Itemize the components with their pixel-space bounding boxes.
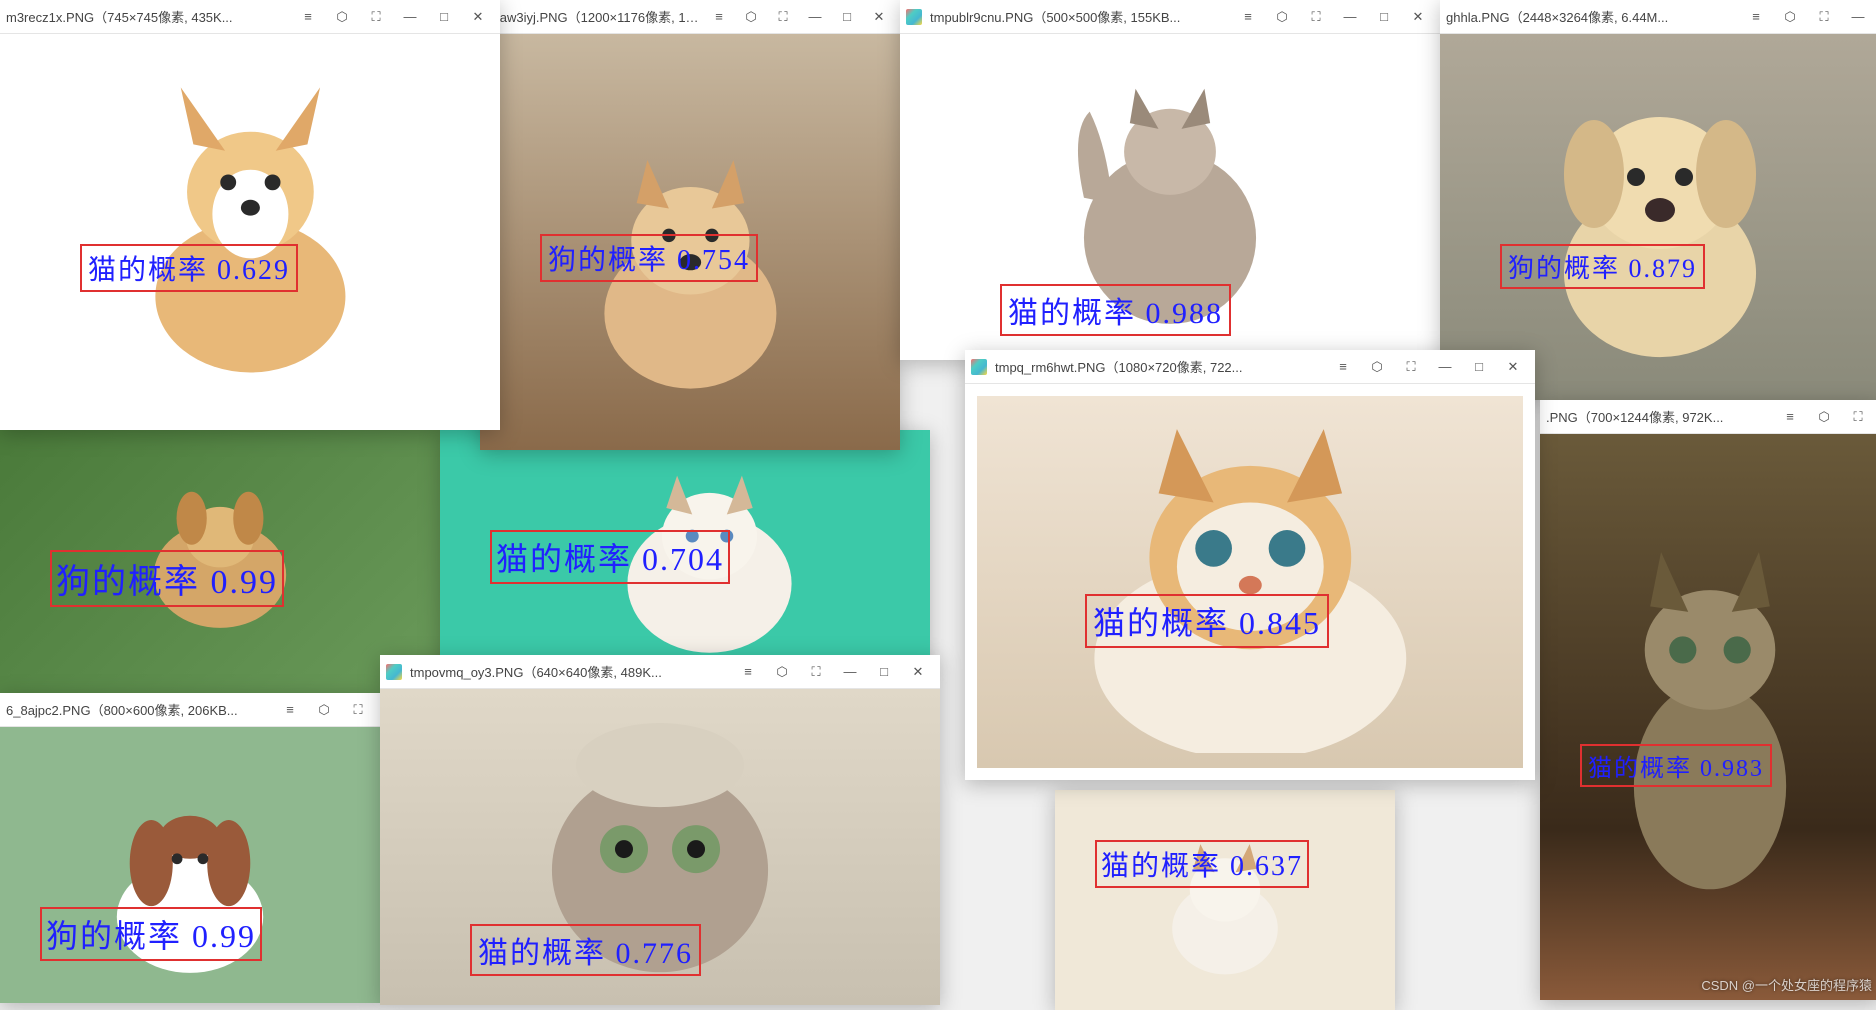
app-icon: [386, 664, 402, 680]
titlebar[interactable]: 6_8ajpc2.PNG（800×600像素, 206KB... ≡ ⬡ ⛶: [0, 693, 380, 727]
pin-icon[interactable]: ⬡: [1774, 3, 1806, 31]
filename: m3recz1x.PNG: [6, 10, 94, 25]
titlebar[interactable]: tmpovmq_oy3.PNG（640×640像素, 489K... ≡ ⬡ ⛶…: [380, 655, 940, 689]
prediction-label: 猫的概率 0.637: [1095, 840, 1309, 888]
dimensions: （1200×1176像素, 1.45...: [568, 10, 700, 25]
dimensions: （640×640像素, 489K...: [523, 665, 661, 680]
image-window-3: tmpublr9cnu.PNG（500×500像素, 155KB... ≡ ⬡ …: [900, 0, 1440, 360]
pin-icon[interactable]: ⬡: [308, 696, 340, 724]
menu-icon[interactable]: ≡: [274, 696, 306, 724]
app-icon: [971, 359, 987, 375]
filename: ghhla.PNG: [1446, 10, 1510, 25]
pin-icon[interactable]: ⬡: [1266, 3, 1298, 31]
image-window-4: ghhla.PNG（2448×3264像素, 6.44M... ≡ ⬡ ⛶ — …: [1440, 0, 1876, 400]
menu-icon[interactable]: ≡: [1740, 3, 1772, 31]
prediction-label: 狗的概率 0.99: [50, 550, 284, 607]
close-button[interactable]: ✕: [902, 658, 934, 686]
dog-image: [480, 34, 900, 450]
fullscreen-icon[interactable]: ⛶: [800, 658, 832, 686]
menu-icon[interactable]: ≡: [292, 3, 324, 31]
pin-icon[interactable]: ⬡: [1361, 353, 1393, 381]
maximize-button[interactable]: □: [868, 658, 900, 686]
dimensions: （800×600像素, 206KB...: [91, 703, 238, 718]
close-button[interactable]: ✕: [864, 3, 894, 31]
menu-icon[interactable]: ≡: [732, 658, 764, 686]
dimensions: （2448×3264像素, 6.44M...: [1510, 10, 1669, 25]
fullscreen-icon[interactable]: ⛶: [1808, 3, 1840, 31]
maximize-button[interactable]: □: [1368, 3, 1400, 31]
pin-icon[interactable]: ⬡: [766, 658, 798, 686]
titlebar[interactable]: m3recz1x.PNG（745×745像素, 435K... ≡ ⬡ ⛶ — …: [0, 0, 500, 34]
titlebar[interactable]: tmpq_rm6hwt.PNG（1080×720像素, 722... ≡ ⬡ ⛶…: [965, 350, 1535, 384]
fullscreen-icon[interactable]: ⛶: [1395, 353, 1427, 381]
dog-image: [1440, 34, 1876, 400]
dimensions: （500×500像素, 155KB...: [1033, 10, 1180, 25]
dog-image: [18, 52, 482, 412]
filename: 6_8ajpc2.PNG: [6, 703, 91, 718]
minimize-button[interactable]: —: [1334, 3, 1366, 31]
fullscreen-icon[interactable]: ⛶: [342, 696, 374, 724]
menu-icon[interactable]: ≡: [1232, 3, 1264, 31]
image-window-5: tmpq_rm6hwt.PNG（1080×720像素, 722... ≡ ⬡ ⛶…: [965, 350, 1535, 780]
image-window-8: .PNG（700×1244像素, 972K... ≡ ⬡ ⛶ 猫的概率 0.98…: [1540, 400, 1876, 1000]
pin-icon[interactable]: ⬡: [326, 3, 358, 31]
bg-image-golden: 狗的概率 0.99: [0, 430, 440, 700]
prediction-label: 猫的概率 0.704: [490, 530, 730, 584]
pin-icon[interactable]: ⬡: [1808, 403, 1840, 431]
cat-image: [977, 396, 1523, 768]
close-button[interactable]: ✕: [1497, 353, 1529, 381]
prediction-label: 狗的概率 0.99: [40, 907, 262, 961]
bg-image-kitten: 猫的概率 0.637: [1055, 790, 1395, 1010]
menu-icon[interactable]: ≡: [704, 3, 734, 31]
pin-icon[interactable]: ⬡: [736, 3, 766, 31]
dimensions: （1080×720像素, 722...: [1106, 360, 1243, 375]
image-window-2: wraw3iyj.PNG（1200×1176像素, 1.45... ≡ ⬡ ⛶ …: [480, 0, 900, 450]
cat-image: [1540, 434, 1876, 1000]
titlebar[interactable]: wraw3iyj.PNG（1200×1176像素, 1.45... ≡ ⬡ ⛶ …: [480, 0, 900, 34]
fullscreen-icon[interactable]: ⛶: [768, 3, 798, 31]
maximize-button[interactable]: □: [428, 3, 460, 31]
app-icon: [906, 9, 922, 25]
dog-image: [0, 727, 380, 1003]
filename: tmpq_rm6hwt.PNG: [995, 360, 1106, 375]
cat-image: [380, 689, 940, 1005]
minimize-button[interactable]: —: [1429, 353, 1461, 381]
watermark: CSDN @一个处女座的程序猿: [1701, 975, 1872, 994]
maximize-button[interactable]: □: [832, 3, 862, 31]
minimize-button[interactable]: —: [800, 3, 830, 31]
menu-icon[interactable]: ≡: [1327, 353, 1359, 381]
dimensions: （700×1244像素, 972K...: [1578, 410, 1724, 425]
bg-image-white-cat: 猫的概率 0.704: [440, 430, 930, 670]
minimize-button[interactable]: —: [1842, 3, 1874, 31]
filename: tmpublr9cnu.PNG: [930, 10, 1033, 25]
titlebar[interactable]: tmpublr9cnu.PNG（500×500像素, 155KB... ≡ ⬡ …: [900, 0, 1440, 34]
image-window-6: tmpovmq_oy3.PNG（640×640像素, 489K... ≡ ⬡ ⛶…: [380, 655, 940, 1005]
close-button[interactable]: ✕: [462, 3, 494, 31]
close-button[interactable]: ✕: [1402, 3, 1434, 31]
cat-image: [900, 34, 1440, 360]
fullscreen-icon[interactable]: ⛶: [360, 3, 392, 31]
filename: tmpovmq_oy3.PNG: [410, 665, 523, 680]
titlebar[interactable]: .PNG（700×1244像素, 972K... ≡ ⬡ ⛶: [1540, 400, 1876, 434]
image-window-7: 6_8ajpc2.PNG（800×600像素, 206KB... ≡ ⬡ ⛶ 狗…: [0, 693, 380, 1003]
dimensions: （745×745像素, 435K...: [94, 10, 232, 25]
minimize-button[interactable]: —: [394, 3, 426, 31]
cat-image: [1055, 790, 1395, 1010]
image-window-1: m3recz1x.PNG（745×745像素, 435K... ≡ ⬡ ⛶ — …: [0, 0, 500, 430]
fullscreen-icon[interactable]: ⛶: [1300, 3, 1332, 31]
maximize-button[interactable]: □: [1463, 353, 1495, 381]
filename: .PNG: [1546, 410, 1578, 425]
titlebar[interactable]: ghhla.PNG（2448×3264像素, 6.44M... ≡ ⬡ ⛶ —: [1440, 0, 1876, 34]
menu-icon[interactable]: ≡: [1774, 403, 1806, 431]
fullscreen-icon[interactable]: ⛶: [1842, 403, 1874, 431]
minimize-button[interactable]: —: [834, 658, 866, 686]
